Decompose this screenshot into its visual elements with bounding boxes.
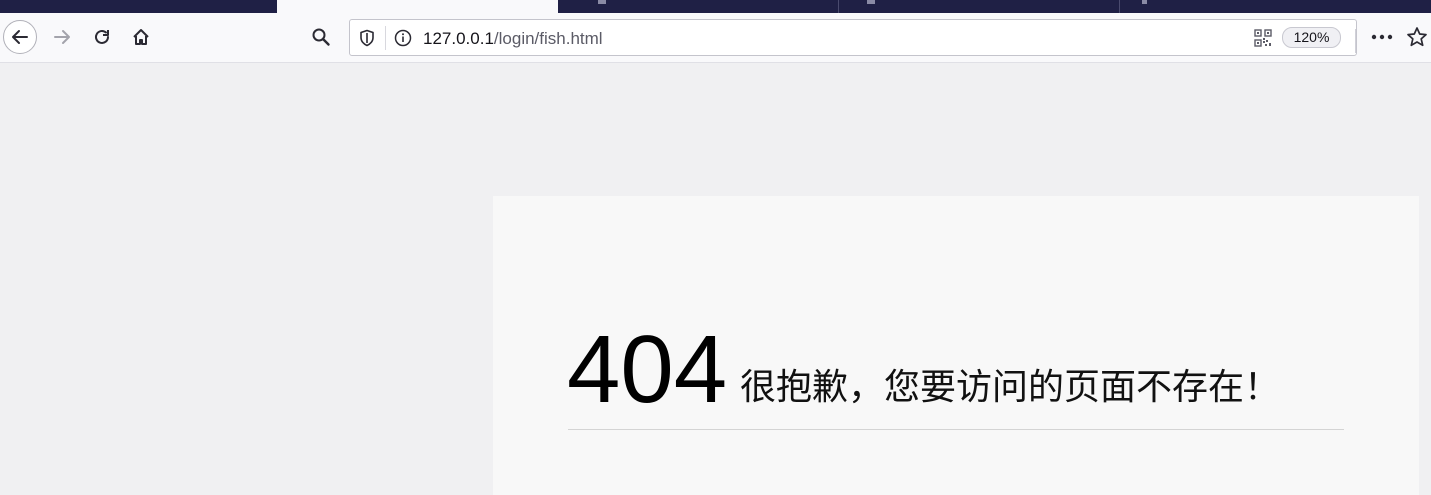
tab-1[interactable] [0,0,277,13]
url-path: /login/fish.html [493,29,603,48]
page-actions-button[interactable] [1365,20,1399,54]
reload-button[interactable] [85,20,119,54]
url-bar[interactable]: 127.0.0.1/login/fish.html 120% [349,19,1357,56]
error-card: 404 很抱歉，您要访问的页面不存在！ [493,196,1419,495]
star-icon [1407,27,1427,47]
url-text[interactable]: 127.0.0.1/login/fish.html [423,29,603,49]
url-divider [385,26,386,50]
error-message: 很抱歉，您要访问的页面不存在！ [740,367,1281,408]
toolbar-divider [1355,29,1356,53]
shield-icon[interactable] [358,29,376,47]
tab-5[interactable] [1120,0,1431,13]
zoom-level-badge[interactable]: 120% [1282,27,1341,48]
reload-icon [95,29,109,44]
info-icon[interactable] [394,29,412,47]
navigation-toolbar: 127.0.0.1/login/fish.html 120% [0,13,1431,63]
back-button[interactable] [3,20,37,54]
error-code: 404 [567,316,728,423]
arrow-left-icon [12,30,28,44]
bookmark-button[interactable] [1400,20,1431,54]
home-button[interactable] [124,20,158,54]
search-button[interactable] [304,20,338,54]
arrow-right-icon [54,30,70,44]
tab-strip [0,0,1431,13]
search-icon [312,28,330,46]
tab-4[interactable] [839,0,1120,13]
url-host: 127.0.0.1 [423,29,494,48]
tab-active[interactable] [277,0,558,13]
forward-button[interactable] [45,20,79,54]
home-icon [133,29,149,45]
divider-line [568,429,1344,430]
more-icon [1371,34,1393,40]
qr-code-icon[interactable] [1254,29,1272,47]
tab-3[interactable] [558,0,839,13]
